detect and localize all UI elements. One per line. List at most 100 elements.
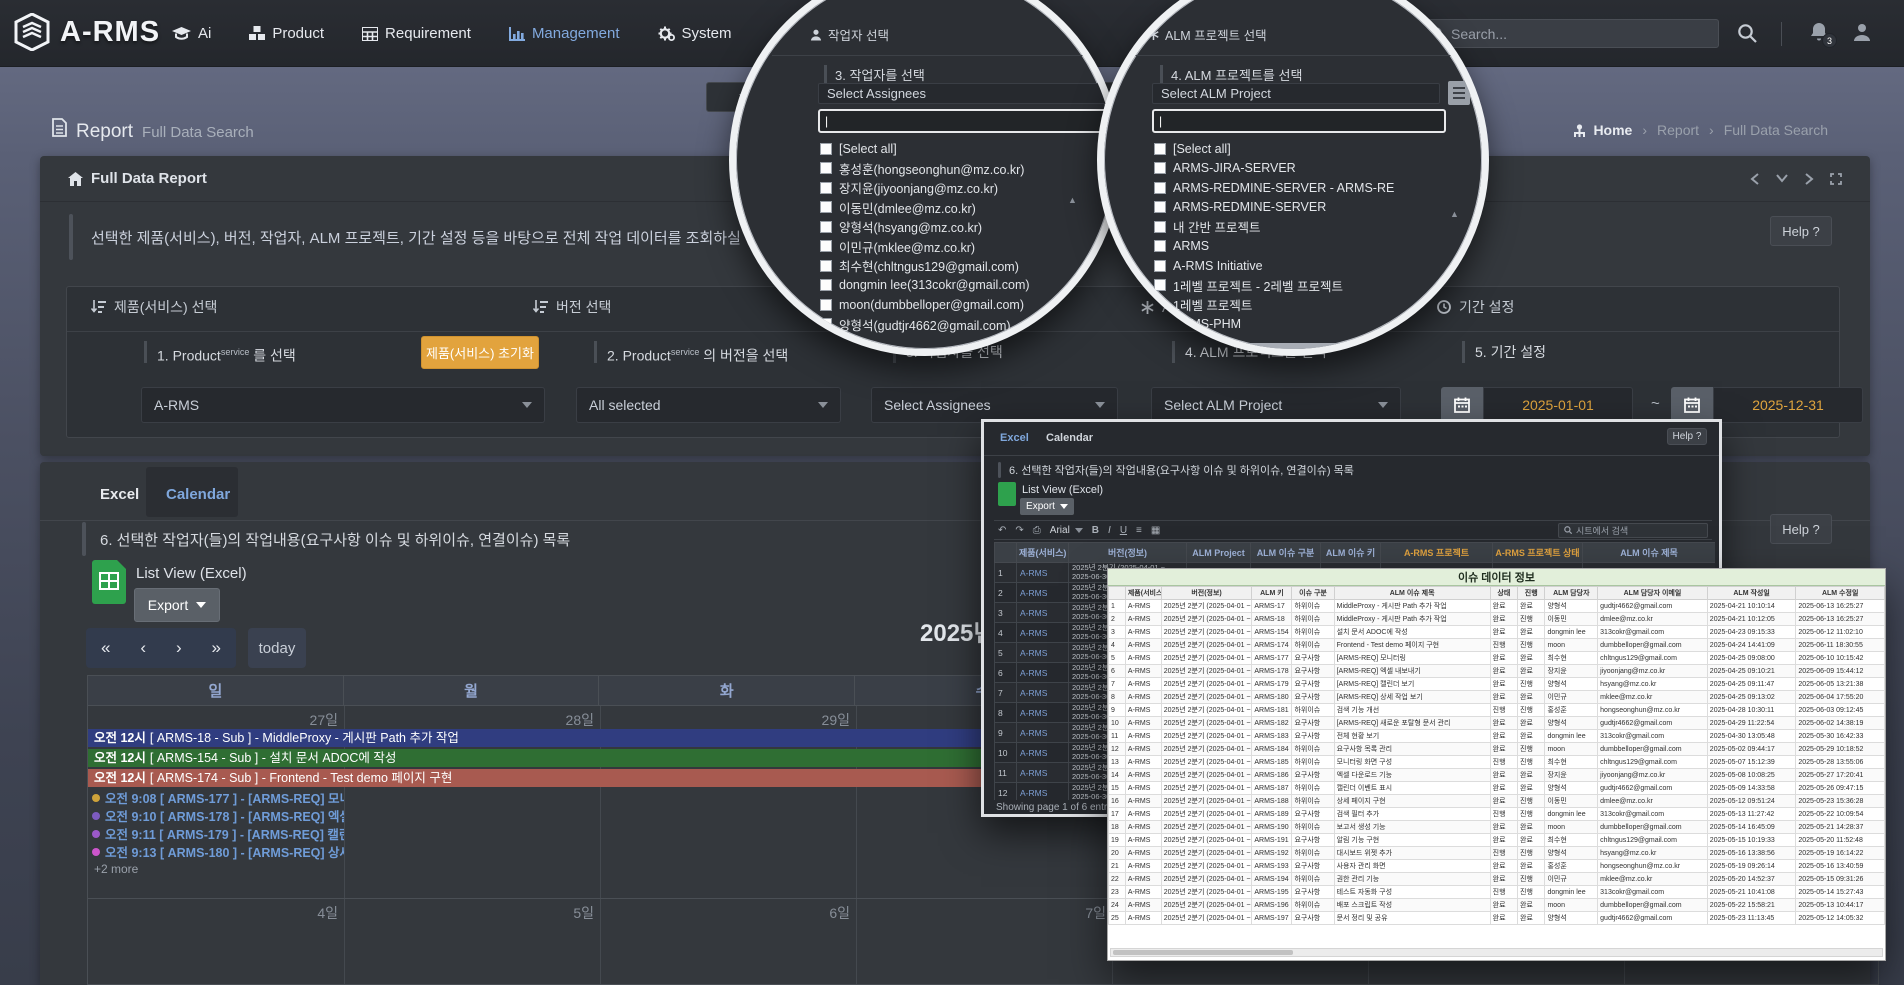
table-row[interactable]: 3A-RMS2025년 2분기 (2025-04-01 ~ 2025-06-30… xyxy=(1109,626,1885,639)
table-row[interactable]: 4A-RMS2025년 2분기 (2025-04-01 ~ 2025-06-30… xyxy=(1109,639,1885,652)
menu-item-system[interactable]: System xyxy=(658,25,732,42)
date-from-input[interactable]: 2025-01-01 xyxy=(1483,387,1633,423)
day-number[interactable]: 27일 xyxy=(88,710,338,730)
checkbox-option[interactable]: 최수현(chltngus129@gmail.com) xyxy=(820,256,1120,276)
table-row[interactable]: 1A-RMS2025년 2분기 (2025-04-01 ~ 2025-06-30… xyxy=(1109,600,1885,613)
table-row[interactable]: 7A-RMS2025년 2분기 (2025-04-01 ~ 2025-06-30… xyxy=(1109,678,1885,691)
print-icon[interactable]: ⎙ xyxy=(1033,525,1041,536)
table-row[interactable]: 25A-RMS2025년 2분기 (2025-04-01 ~ 2025-06-3… xyxy=(1109,912,1885,925)
assignees-multiselect[interactable]: Select Assignees xyxy=(818,83,1118,104)
sheet-search-input[interactable]: 시트에서 검색 xyxy=(1558,523,1708,538)
table-row[interactable]: 9A-RMS2025년 2분기 (2025-04-01 ~ 2025-06-30… xyxy=(1109,704,1885,717)
collapse-right-icon[interactable] xyxy=(1804,173,1814,185)
table-row[interactable]: 17A-RMS2025년 2분기 (2025-04-01 ~ 2025-06-3… xyxy=(1109,808,1885,821)
day-number[interactable]: 5일 xyxy=(344,903,594,923)
date-to-input[interactable]: 2025-12-31 xyxy=(1713,387,1863,423)
table-row[interactable]: 23A-RMS2025년 2분기 (2025-04-01 ~ 2025-06-3… xyxy=(1109,886,1885,899)
table-row[interactable]: 5A-RMS2025년 2분기 (2025-04-01 ~ 2025-06-30… xyxy=(1109,652,1885,665)
alm-filter-input[interactable]: | xyxy=(1152,109,1446,133)
assignee-filter-input[interactable]: | xyxy=(818,109,1121,133)
nav-prev-button[interactable]: ‹ xyxy=(140,638,146,658)
checkbox-option[interactable]: ARMS-PHM xyxy=(1154,315,1446,335)
table-row[interactable]: 19A-RMS2025년 2분기 (2025-04-01 ~ 2025-06-3… xyxy=(1109,834,1885,847)
overlay-export-button[interactable]: Export xyxy=(1020,498,1074,515)
export-button[interactable]: Export xyxy=(134,588,220,622)
table-row[interactable]: 14A-RMS2025년 2분기 (2025-04-01 ~ 2025-06-3… xyxy=(1109,769,1885,782)
table-row[interactable]: 2A-RMS2025년 2분기 (2025-04-01 ~ 2025-06-30… xyxy=(1109,613,1885,626)
table-row[interactable]: 16A-RMS2025년 2분기 (2025-04-01 ~ 2025-06-3… xyxy=(1109,795,1885,808)
bold-icon[interactable]: B xyxy=(1092,525,1099,536)
checkbox-option[interactable]: 1레벨 프로젝트 xyxy=(1154,295,1446,315)
checkbox-option[interactable]: A-RMS Initiative xyxy=(1154,256,1446,276)
table-row[interactable]: 10A-RMS2025년 2분기 (2025-04-01 ~ 2025-06-3… xyxy=(1109,717,1885,730)
alm-project-select[interactable]: Select ALM Project xyxy=(1151,387,1401,423)
table-row[interactable]: 15A-RMS2025년 2분기 (2025-04-01 ~ 2025-06-3… xyxy=(1109,782,1885,795)
table-row[interactable]: 11A-RMS2025년 2분기 (2025-04-01 ~ 2025-06-3… xyxy=(1109,730,1885,743)
checkbox-option[interactable]: ARMS-REDMINE-SERVER xyxy=(1154,198,1446,218)
more-events-link[interactable]: +2 more xyxy=(94,862,138,876)
calendar-icon[interactable] xyxy=(1671,387,1713,423)
scroll-up-icon[interactable]: ▲ xyxy=(1450,209,1459,219)
overlay-help-button[interactable]: Help ? xyxy=(1667,428,1707,445)
breadcrumb-home[interactable]: Home xyxy=(1572,122,1632,138)
table-row[interactable]: 13A-RMS2025년 2분기 (2025-04-01 ~ 2025-06-3… xyxy=(1109,756,1885,769)
calendar-dot-event[interactable]: 오전 9:10 [ ARMS-178 ] - [ARMS-REQ] 엑셀 xyxy=(92,807,344,824)
calendar-dot-event[interactable]: 오전 9:08 [ ARMS-177 ] - [ARMS-REQ] 모니 xyxy=(92,789,344,806)
product-reset-button[interactable]: 제품(서비스) 초기화 xyxy=(421,336,539,369)
checkbox-option[interactable]: ARMS-JIRA-SERVER xyxy=(1154,159,1446,179)
calendar-icon[interactable] xyxy=(1441,387,1483,423)
table-row[interactable]: 12A-RMS2025년 2분기 (2025-04-01 ~ 2025-06-3… xyxy=(1109,743,1885,756)
notifications-button[interactable]: 3 xyxy=(1808,21,1830,43)
tab-calendar[interactable]: Calendar xyxy=(166,486,230,503)
checkbox-option[interactable]: 이민규(mklee@mz.co.kr) xyxy=(820,237,1120,257)
checkbox-option[interactable]: ARMS xyxy=(1154,237,1446,257)
calendar-dot-event[interactable]: 오전 9:11 [ ARMS-179 ] - [ARMS-REQ] 캘린 xyxy=(92,825,344,842)
chevron-down-icon[interactable] xyxy=(1776,173,1788,185)
table-row[interactable]: 24A-RMS2025년 2분기 (2025-04-01 ~ 2025-06-3… xyxy=(1109,899,1885,912)
checkbox-option[interactable]: 내 간반 프로젝트 xyxy=(1154,217,1446,237)
day-number[interactable]: 28일 xyxy=(344,710,594,730)
assignee-select[interactable]: Select Assignees xyxy=(871,387,1118,423)
day-number[interactable]: 4일 xyxy=(88,903,338,923)
menu-item-requirement[interactable]: Requirement xyxy=(362,25,471,42)
panel-lock-icon[interactable] xyxy=(1448,81,1470,105)
menu-item-management[interactable]: Management xyxy=(509,25,620,42)
checkbox-option[interactable]: 홍성훈(hongseonghun@mz.co.kr) xyxy=(820,159,1120,179)
brand-logo[interactable]: A-RMS xyxy=(14,13,160,51)
help-button[interactable]: Help ? xyxy=(1770,514,1832,544)
tab-excel[interactable]: Excel xyxy=(100,486,139,503)
checkbox-option[interactable]: dongmin lee(313cokr@gmail.com) xyxy=(820,276,1120,296)
day-number[interactable]: 29일 xyxy=(600,710,850,730)
italic-icon[interactable]: I xyxy=(1108,525,1111,536)
menu-item-product[interactable]: Product xyxy=(249,25,324,42)
calendar-dot-event[interactable]: 오전 9:13 [ ARMS-180 ] - [ARMS-REQ] 상세 작 xyxy=(92,843,344,860)
checkbox-option[interactable]: 양형석(gudtjr4662@gmail.com) xyxy=(820,315,1120,335)
checkbox-option[interactable]: [Select all] xyxy=(820,139,1120,159)
overlay-tab-excel[interactable]: Excel xyxy=(1000,432,1029,444)
undo-icon[interactable]: ↶ xyxy=(998,525,1006,536)
nav-next-button[interactable]: › xyxy=(176,638,182,658)
table-row[interactable]: 21A-RMS2025년 2분기 (2025-04-01 ~ 2025-06-3… xyxy=(1109,860,1885,873)
help-button[interactable]: Help ? xyxy=(1770,216,1832,246)
horizontal-scrollbar[interactable] xyxy=(1176,343,1392,350)
version-select[interactable]: All selected xyxy=(576,387,841,423)
search-input[interactable] xyxy=(1451,26,1710,42)
checkbox-option[interactable]: 1레벨 프로젝트 - 2레벨 프로젝트 xyxy=(1154,276,1446,296)
table-row[interactable]: 20A-RMS2025년 2분기 (2025-04-01 ~ 2025-06-3… xyxy=(1109,847,1885,860)
nav-last-button[interactable]: » xyxy=(212,638,221,658)
fill-color-icon[interactable]: ▦ xyxy=(1151,525,1160,536)
breadcrumb-report[interactable]: Report xyxy=(1657,122,1699,138)
table-row[interactable]: 6A-RMS2025년 2분기 (2025-04-01 ~ 2025-06-30… xyxy=(1109,665,1885,678)
day-number[interactable]: 6일 xyxy=(600,903,850,923)
font-select[interactable]: Arial xyxy=(1050,525,1083,536)
table-row[interactable]: 18A-RMS2025년 2분기 (2025-04-01 ~ 2025-06-3… xyxy=(1109,821,1885,834)
product-select[interactable]: A-RMS xyxy=(141,387,545,423)
today-button[interactable]: today xyxy=(248,628,306,668)
checkbox-option[interactable]: 양형석(hsyang@mz.co.kr) xyxy=(820,217,1120,237)
user-profile-button[interactable] xyxy=(1852,22,1872,42)
horizontal-scrollbar[interactable] xyxy=(1110,948,1883,957)
scrollbar-thumb[interactable] xyxy=(1113,950,1293,955)
expand-icon[interactable] xyxy=(1830,173,1842,185)
alm-multiselect[interactable]: Select ALM Project xyxy=(1152,83,1440,104)
overlay-tab-calendar[interactable]: Calendar xyxy=(1046,432,1093,444)
